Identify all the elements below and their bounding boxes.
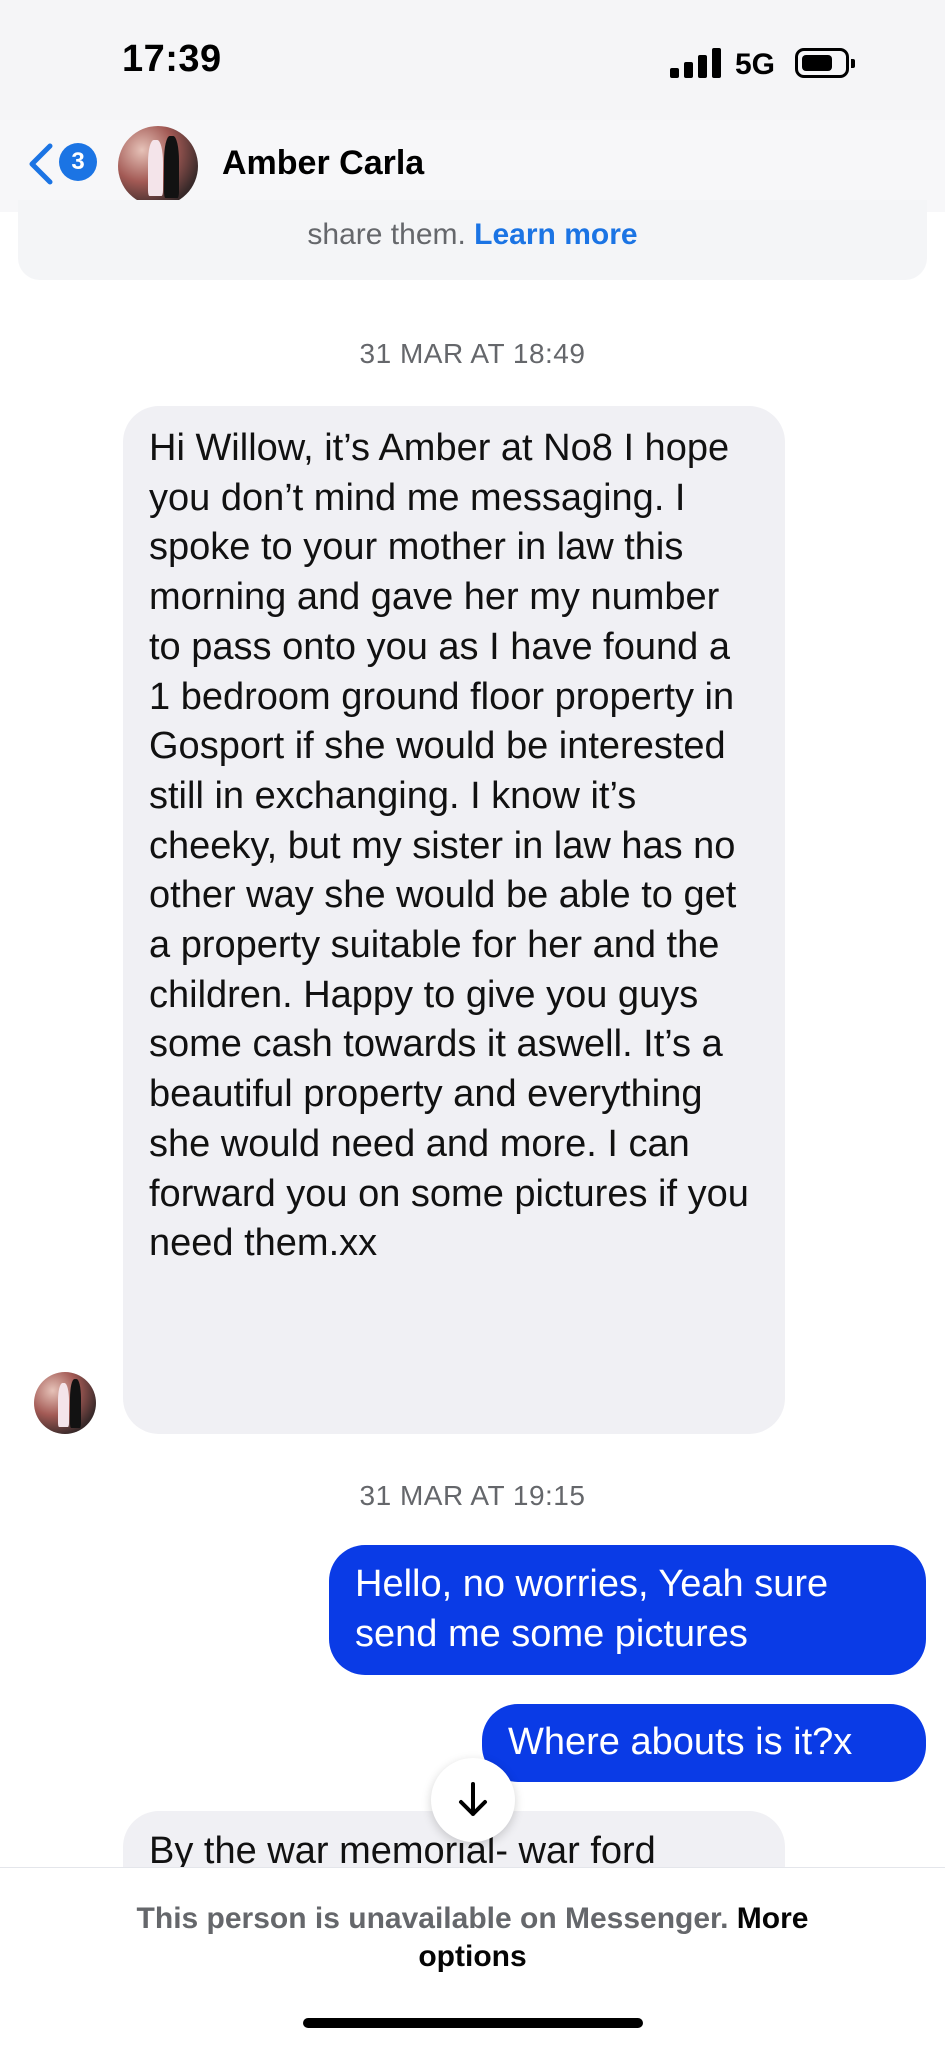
status-bar: 17:39 5G	[0, 0, 945, 120]
network-type: 5G	[735, 48, 776, 81]
notice-body: share them.	[307, 218, 475, 251]
conversation-header: 3 Amber Carla	[0, 120, 945, 212]
unavailable-footer: This person is unavailable on Messenger.…	[0, 1867, 945, 2048]
unread-badge: 3	[59, 143, 97, 181]
message-timestamp: 31 MAR AT 18:49	[359, 338, 586, 369]
contact-name[interactable]: Amber Carla	[222, 144, 424, 183]
home-indicator[interactable]	[303, 2018, 643, 2028]
back-button[interactable]: 3	[26, 140, 100, 188]
outgoing-message-bubble[interactable]: Hello, no worries, Yeah sure send me som…	[329, 1545, 926, 1675]
outgoing-message-bubble[interactable]: Where abouts is it?x	[482, 1704, 926, 1782]
footer-message: This person is unavailable on Messenger.	[136, 1902, 737, 1935]
battery-icon	[795, 48, 855, 78]
learn-more-link[interactable]: Learn more	[474, 218, 637, 251]
message-timestamp: 31 MAR AT 19:15	[359, 1480, 586, 1511]
footer-text: This person is unavailable on Messenger.…	[80, 1900, 865, 1976]
chevron-left-icon	[29, 143, 53, 185]
status-time: 17:39	[122, 38, 222, 80]
incoming-message-bubble[interactable]: Hi Willow, it’s Amber at No8 I hope you …	[123, 406, 785, 1434]
notice-text: share them. Learn more	[18, 218, 927, 252]
notice-card: share them. Learn more	[18, 200, 927, 280]
sender-avatar[interactable]	[34, 1372, 96, 1434]
arrow-down-icon	[459, 1782, 487, 1816]
contact-avatar[interactable]	[118, 126, 198, 206]
scroll-to-bottom-button[interactable]	[431, 1758, 515, 1842]
signal-icon	[670, 48, 722, 78]
